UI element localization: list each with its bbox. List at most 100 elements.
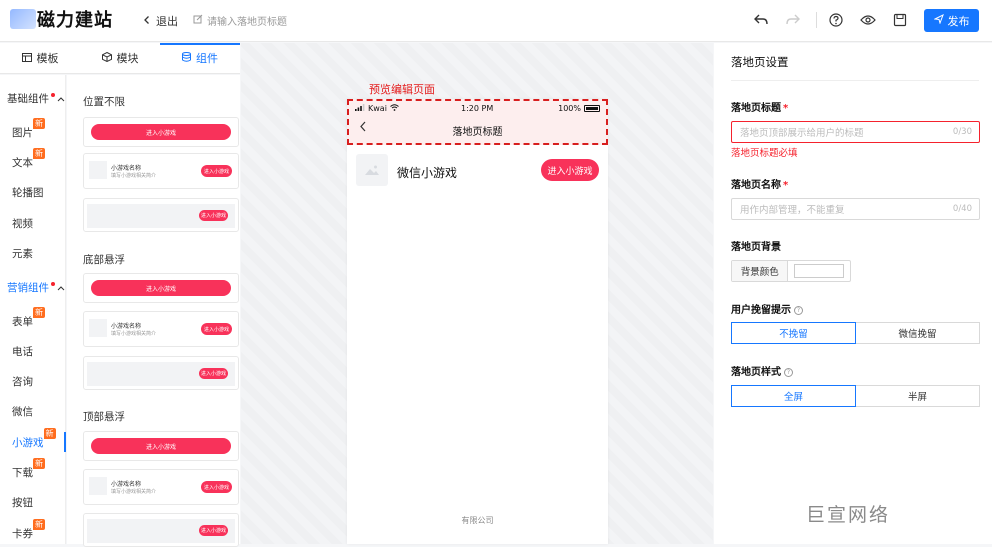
- status-right: 100%: [558, 104, 600, 113]
- category-item-text[interactable]: 文本新: [12, 148, 45, 170]
- category-item-phone[interactable]: 电话: [12, 344, 33, 359]
- image-placeholder-icon: [356, 154, 388, 186]
- page-name-field[interactable]: 用作内部管理，不能重复 0/40: [731, 198, 980, 220]
- category-item-download[interactable]: 下载新: [12, 458, 45, 480]
- chevron-up-icon: [57, 282, 65, 294]
- save-icon[interactable]: [891, 11, 909, 29]
- component-card-pill[interactable]: 进入小游戏: [83, 273, 239, 303]
- red-dot-icon: [51, 281, 55, 286]
- component-card-pill[interactable]: 进入小游戏: [83, 117, 239, 147]
- category-label: 图片: [12, 127, 33, 139]
- error-message: 落地页标题必填: [731, 148, 798, 159]
- option-halfscreen[interactable]: 半屏: [856, 385, 980, 407]
- category-item-consult[interactable]: 咨询: [12, 374, 33, 389]
- tab-template[interactable]: 模板: [0, 43, 80, 73]
- category-item-minigame[interactable]: 小游戏新: [12, 428, 56, 450]
- back-label: 退出: [156, 15, 178, 28]
- group-label: 基础组件: [7, 93, 49, 105]
- category-label: 下载: [12, 467, 33, 479]
- page-title-field[interactable]: 落地页顶部展示给用户的标题 0/30: [731, 121, 980, 143]
- bg-color-picker[interactable]: 背景颜色: [731, 260, 851, 282]
- chevron-up-icon: [57, 93, 65, 105]
- footer-company: 有限公司: [461, 516, 494, 525]
- tab-component[interactable]: 组件: [160, 43, 240, 73]
- app-name: 磁力建站: [37, 10, 113, 31]
- new-badge: 新: [33, 458, 45, 469]
- mini-sub: 填写小游戏相关简介: [111, 173, 157, 179]
- category-item-coupon[interactable]: 卡券新: [12, 519, 45, 541]
- category-item-image[interactable]: 图片新: [12, 118, 45, 140]
- page-title-input[interactable]: 请输入落地页标题: [193, 13, 287, 28]
- database-icon: [182, 51, 191, 65]
- category-item-video[interactable]: 视频: [12, 216, 33, 231]
- back-button[interactable]: 退出: [142, 13, 178, 29]
- tab-module[interactable]: 模块: [80, 43, 160, 73]
- tab-template-label: 模板: [36, 52, 59, 65]
- required-mark: *: [783, 180, 789, 191]
- option-no-retain[interactable]: 不挽留: [731, 322, 856, 344]
- category-item-carousel[interactable]: 轮播图: [12, 185, 44, 200]
- mini-sub: 填写小游戏相关简介: [111, 489, 157, 495]
- category-item-wechat[interactable]: 微信: [12, 404, 33, 419]
- preview-eye-icon[interactable]: [859, 11, 877, 29]
- component-card-bar[interactable]: 进入小游戏: [83, 513, 239, 547]
- undo-icon[interactable]: [752, 11, 770, 29]
- category-sidebar: 基础组件 图片新 文本新 轮播图 视频 元素 营销组件 表单新 电话 咨询 微信…: [0, 75, 66, 544]
- category-label: 小游戏: [12, 437, 44, 449]
- bg-color-label: 背景颜色: [732, 261, 789, 281]
- category-group-marketing[interactable]: 营销组件: [7, 280, 65, 295]
- component-card-row[interactable]: 小游戏名称 填写小游戏相关简介 进入小游戏: [83, 311, 239, 347]
- carrier: Kwai: [368, 104, 387, 113]
- category-label: 卡券: [12, 528, 33, 540]
- option-wechat-retain[interactable]: 微信挽留: [856, 322, 980, 344]
- mini-sub: 填写小游戏相关简介: [111, 331, 157, 337]
- label-text: 用户挽留提示: [731, 305, 791, 316]
- char-counter: 0/40: [952, 204, 972, 214]
- category-item-element[interactable]: 元素: [12, 246, 33, 261]
- question-icon[interactable]: ?: [784, 368, 793, 377]
- title-placeholder: 请输入落地页标题: [207, 17, 287, 28]
- section-title: 底部悬浮: [83, 254, 125, 266]
- mini-button: 进入小游戏: [201, 323, 232, 335]
- watermark: 巨宣网络: [806, 504, 891, 526]
- component-card-pill[interactable]: 进入小游戏: [83, 431, 239, 461]
- phone-nav-title: 落地页标题: [452, 127, 503, 138]
- question-icon[interactable]: ?: [794, 306, 803, 315]
- category-label: 微信: [12, 406, 33, 418]
- redo-icon[interactable]: [784, 11, 802, 29]
- top-bar: 磁力建站 退出 请输入落地页标题 发布: [0, 0, 992, 42]
- send-icon: [932, 13, 944, 27]
- chevron-left-icon: [142, 15, 152, 28]
- new-badge: 新: [33, 307, 45, 318]
- category-item-form[interactable]: 表单新: [12, 307, 45, 329]
- new-badge: 新: [33, 519, 45, 530]
- component-card-row[interactable]: 小游戏名称 填写小游戏相关简介 进入小游戏: [83, 153, 239, 189]
- option-fullscreen[interactable]: 全屏: [731, 385, 856, 407]
- logo-icon: [10, 9, 36, 29]
- battery-text: 100%: [558, 104, 581, 113]
- publish-button[interactable]: 发布: [924, 9, 979, 32]
- pill-button-preview: 进入小游戏: [91, 280, 231, 296]
- preview-label: 预览编辑页面: [369, 83, 435, 96]
- bar-button: 进入小游戏: [199, 368, 228, 379]
- category-item-button[interactable]: 按钮: [12, 495, 33, 510]
- category-group-basic[interactable]: 基础组件: [7, 91, 65, 106]
- edit-icon: [193, 14, 203, 27]
- help-icon[interactable]: [827, 11, 845, 29]
- battery-icon: [584, 105, 600, 112]
- component-card-bar[interactable]: 进入小游戏: [83, 356, 239, 390]
- minigame-component[interactable]: 微信小游戏 进入小游戏: [347, 152, 608, 190]
- red-dot-icon: [51, 92, 55, 97]
- image-placeholder-icon: [89, 477, 107, 495]
- component-card-row[interactable]: 小游戏名称 填写小游戏相关简介 进入小游戏: [83, 469, 239, 505]
- page-name-label: 落地页名称 *: [731, 176, 788, 191]
- status-left: Kwai: [355, 104, 399, 113]
- mini-name: 小游戏名称: [111, 323, 142, 330]
- component-card-bar[interactable]: 进入小游戏: [83, 198, 239, 232]
- enter-game-button[interactable]: 进入小游戏: [541, 159, 599, 181]
- color-swatch[interactable]: [794, 264, 844, 278]
- retain-label: 用户挽留提示?: [731, 301, 803, 316]
- phone-header-selected[interactable]: Kwai 1:20 PM 100% 落地页标题: [347, 99, 608, 145]
- label-text: 落地页名称: [731, 180, 781, 191]
- retain-segmented: 不挽留 微信挽留: [731, 322, 980, 344]
